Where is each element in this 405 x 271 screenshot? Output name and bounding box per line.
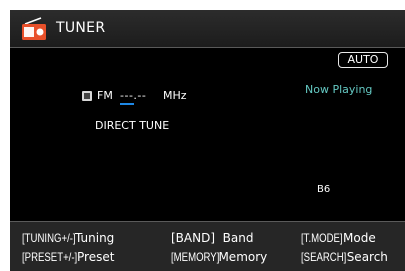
hint-action: Band bbox=[222, 231, 254, 245]
hint-key: [SEARCH] bbox=[301, 250, 347, 264]
hint-search: [SEARCH]Search bbox=[301, 250, 388, 264]
hint-key: [T.MODE] bbox=[301, 231, 343, 245]
hint-key: [PRESET+/-] bbox=[22, 250, 78, 264]
page-title: TUNER bbox=[56, 20, 106, 36]
hint-action: Tuning bbox=[75, 231, 115, 245]
hint-action: Search bbox=[346, 250, 388, 264]
hint-key: [TUNING+/-] bbox=[22, 231, 76, 245]
hint-tuning: [TUNING+/-]Tuning bbox=[22, 231, 114, 245]
entry-mode-label: DIRECT TUNE bbox=[95, 119, 170, 132]
hint-action: Mode bbox=[343, 231, 376, 245]
tuner-screen: TUNER AUTO Now Playing FM ---.-- MHz DIR… bbox=[10, 10, 405, 271]
band-label: FM bbox=[97, 89, 113, 102]
hint-band: [BAND] Band bbox=[171, 231, 253, 245]
control-hints: [TUNING+/-]Tuning [BAND] Band [T.MODE]Mo… bbox=[10, 221, 405, 271]
hint-key: [BAND] bbox=[171, 231, 216, 245]
hint-mode: [T.MODE]Mode bbox=[301, 231, 376, 245]
header-bar: TUNER bbox=[10, 10, 405, 48]
band-icon bbox=[82, 91, 92, 101]
now-playing-label: Now Playing bbox=[305, 83, 373, 96]
tuning-mode-badge: AUTO bbox=[338, 52, 388, 68]
frequency-display: ---.-- bbox=[120, 89, 147, 102]
radio-icon bbox=[22, 17, 46, 40]
hint-key: [MEMORY] bbox=[171, 250, 220, 264]
preset-channel: B6 bbox=[317, 184, 331, 195]
entry-cursor bbox=[120, 103, 134, 105]
hint-action: Preset bbox=[77, 250, 115, 264]
hint-memory: [MEMORY]Memory bbox=[171, 250, 267, 264]
hint-preset: [PRESET+/-]Preset bbox=[22, 250, 114, 264]
hint-action: Memory bbox=[218, 250, 268, 264]
frequency-unit: MHz bbox=[163, 89, 187, 102]
